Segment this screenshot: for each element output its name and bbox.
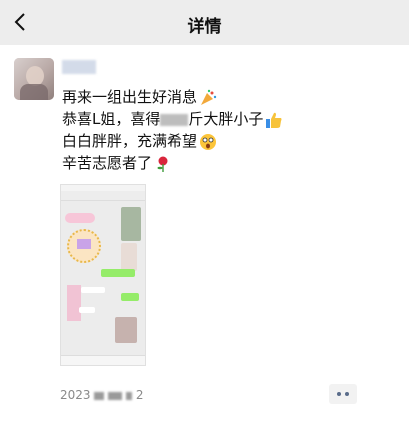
- nickname-redacted[interactable]: [62, 60, 96, 74]
- thumbs-up-icon: [266, 112, 282, 128]
- page-title: 详情: [187, 17, 222, 37]
- post-timestamp: 2023 2: [60, 388, 144, 402]
- dot-icon: [345, 392, 349, 396]
- post-line-4: 辛苦志愿者了: [62, 152, 283, 174]
- dizzy-face-icon: [200, 133, 217, 150]
- post-line-3: 白白胖胖，充满希望: [62, 130, 283, 152]
- post-text: 再来一组出生好消息 恭喜L姐，喜得 斤大胖小子 白白胖胖，充满希望 辛苦志愿者了: [62, 86, 283, 174]
- rose-icon: [157, 156, 168, 172]
- dot-icon: [337, 392, 341, 396]
- post-line-2: 恭喜L姐，喜得 斤大胖小子: [62, 108, 283, 130]
- party-popper-icon: [201, 89, 217, 105]
- more-actions-button[interactable]: [329, 384, 357, 404]
- post-line-1: 再来一组出生好消息: [62, 86, 283, 108]
- chat-screenshot-image[interactable]: [60, 184, 146, 366]
- navbar: 详情: [0, 0, 409, 45]
- redacted-text: [160, 113, 189, 126]
- avatar[interactable]: [14, 58, 54, 100]
